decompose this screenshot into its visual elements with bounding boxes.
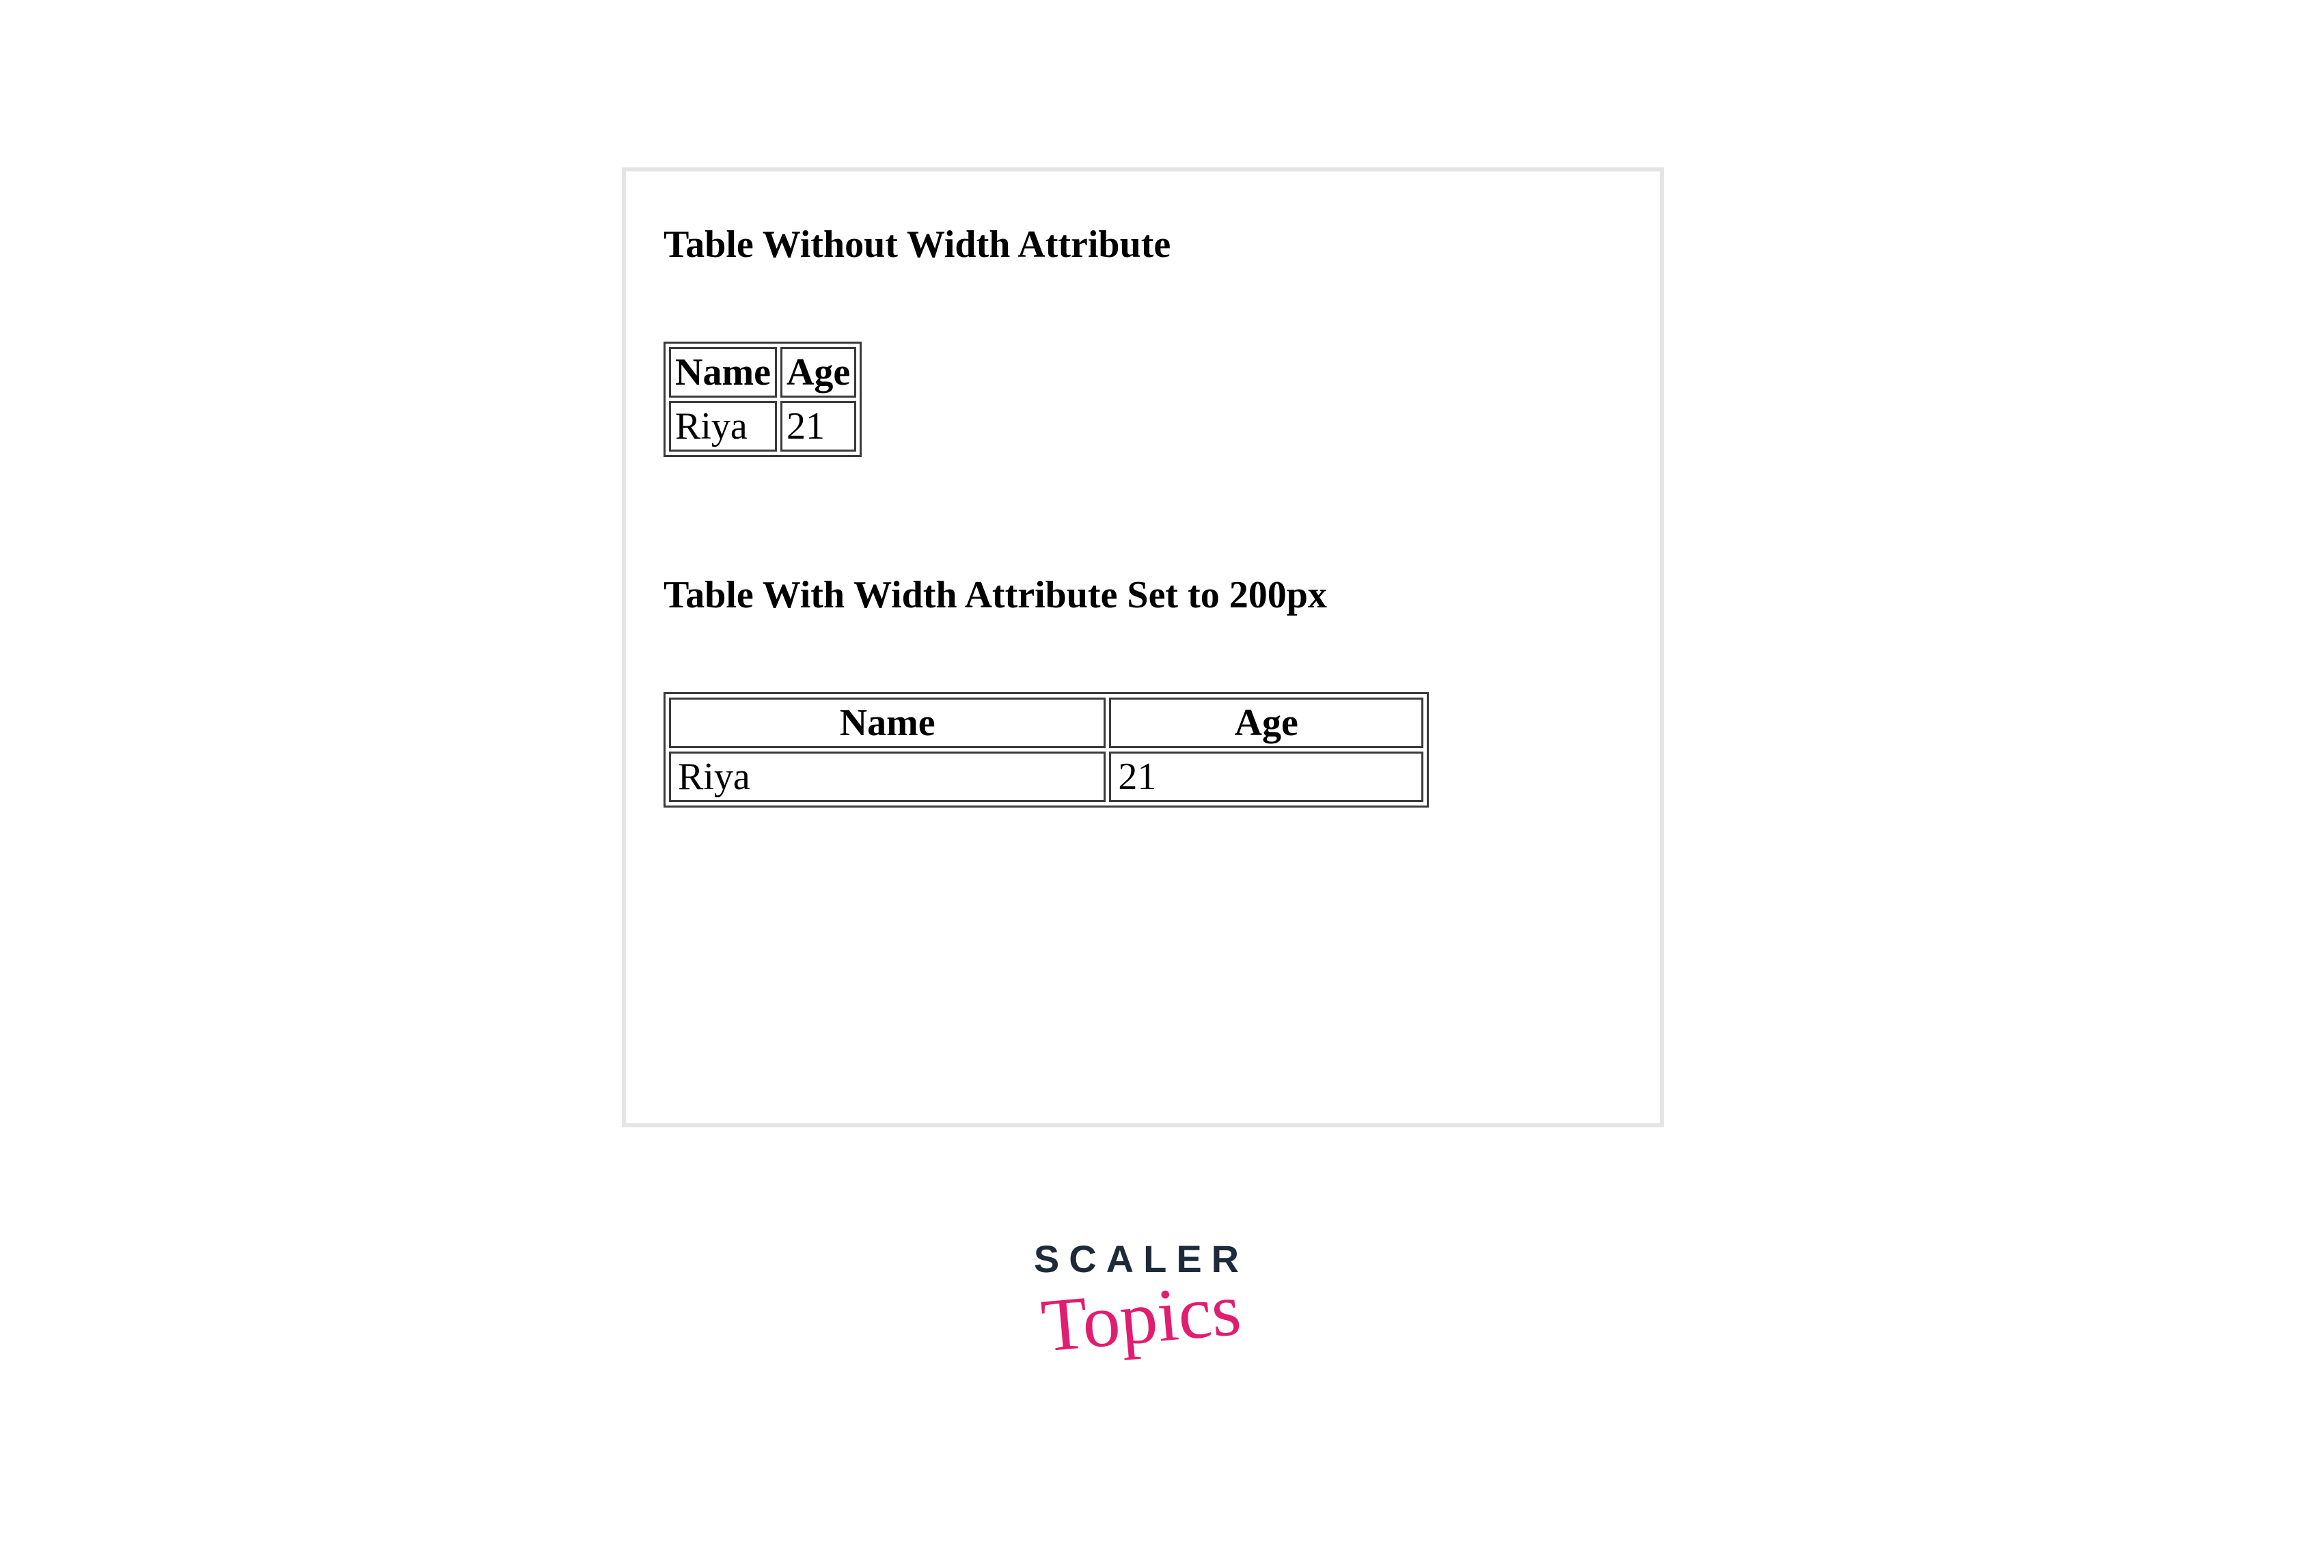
col-header-age: Age (1109, 698, 1423, 748)
col-header-age: Age (780, 347, 856, 398)
cell-name: Riya (669, 752, 1106, 802)
example-panel: Table Without Width Attribute Name Age R… (622, 167, 1664, 1127)
table-header-row: Name Age (669, 347, 856, 398)
logo-text-topics: Topics (1040, 1286, 1242, 1348)
table-row: Riya 21 (669, 752, 1423, 802)
heading-with-width: Table With Width Attribute Set to 200px (664, 573, 1622, 617)
table-row: Riya 21 (669, 401, 856, 452)
table-header-row: Name Age (669, 698, 1423, 748)
heading-no-width: Table Without Width Attribute (664, 223, 1622, 266)
cell-age: 21 (780, 401, 856, 452)
table-with-width: Name Age Riya 21 (664, 692, 1429, 808)
col-header-name: Name (669, 698, 1106, 748)
table-no-width: Name Age Riya 21 (664, 342, 862, 457)
cell-age: 21 (1109, 752, 1423, 802)
cell-name: Riya (669, 401, 777, 452)
col-header-name: Name (669, 347, 777, 398)
scaler-topics-logo: SCALER Topics (1011, 1237, 1271, 1387)
